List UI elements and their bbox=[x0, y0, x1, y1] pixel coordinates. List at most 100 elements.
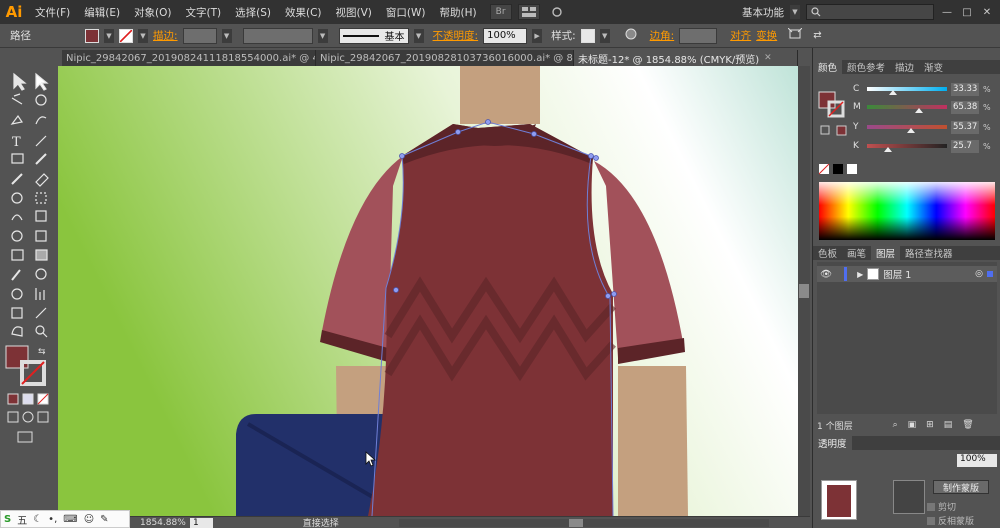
search-input[interactable] bbox=[806, 4, 934, 20]
menu-select[interactable]: 选择(S) bbox=[228, 5, 278, 20]
layer-name[interactable]: 图层 1 bbox=[883, 267, 911, 281]
cmyk-c-value[interactable]: 33.33 bbox=[951, 82, 979, 96]
tab-swatches[interactable]: 色板 bbox=[813, 246, 842, 260]
corner-label[interactable]: 边角: bbox=[650, 28, 675, 43]
cmyk-c-knob[interactable] bbox=[889, 90, 898, 95]
horizontal-scrollbar[interactable] bbox=[398, 518, 769, 527]
graphic-style-swatch[interactable] bbox=[580, 28, 595, 43]
moon-icon[interactable]: ☾ bbox=[33, 514, 42, 525]
transform-link[interactable]: 变换 bbox=[756, 28, 777, 43]
tab-gradient[interactable]: 渐变 bbox=[919, 60, 948, 74]
arrange-documents-button[interactable] bbox=[517, 4, 540, 20]
tab-stroke[interactable]: 描边 bbox=[890, 60, 919, 74]
stroke-weight-field[interactable] bbox=[182, 27, 217, 44]
zoom-level[interactable]: 1854.88% bbox=[140, 518, 186, 528]
eye-icon[interactable]: 👁 bbox=[820, 269, 832, 280]
bridge-button[interactable]: Br bbox=[489, 4, 512, 20]
opacity-field[interactable]: 100% bbox=[483, 27, 528, 44]
cmyk-k-knob[interactable] bbox=[883, 147, 892, 152]
cmyk-m-knob[interactable] bbox=[915, 108, 923, 113]
target-icon[interactable]: ◎ bbox=[975, 269, 983, 279]
tab-document-2[interactable]: Nipic_29842067_20190828103736016000.ai* … bbox=[316, 50, 574, 66]
menu-effect[interactable]: 效果(C) bbox=[278, 5, 329, 20]
maximize-button[interactable]: □ bbox=[960, 5, 974, 19]
opacity-dropdown[interactable]: ▶ bbox=[532, 28, 543, 43]
transparency-opacity-field[interactable]: 100% bbox=[957, 454, 997, 467]
tab-color[interactable]: 颜色 bbox=[813, 60, 843, 74]
invert-mask-checkbox[interactable]: 反相蒙版 bbox=[927, 514, 974, 527]
settings-icon[interactable]: ✎ bbox=[100, 514, 108, 525]
clip-checkbox[interactable]: 剪切 bbox=[927, 500, 956, 513]
vertical-scrollbar[interactable] bbox=[798, 66, 810, 516]
tab-brushes[interactable]: 画笔 bbox=[842, 246, 871, 260]
stroke-dropdown[interactable]: ▼ bbox=[138, 28, 148, 43]
gpu-performance-button[interactable] bbox=[546, 4, 568, 20]
clip-checkbox-box[interactable] bbox=[927, 502, 935, 511]
cmyk-y-knob[interactable] bbox=[907, 128, 915, 133]
transparency-thumbnail[interactable] bbox=[821, 480, 857, 520]
make-mask-button[interactable]: 制作蒙版 bbox=[933, 480, 989, 494]
new-sublayer-icon[interactable]: ⊞ bbox=[926, 420, 934, 430]
cmyk-k-value[interactable]: 25.7 bbox=[951, 139, 979, 153]
cmyk-k-slider[interactable] bbox=[867, 144, 947, 152]
cmyk-y-value[interactable]: 55.37 bbox=[951, 120, 979, 134]
minimize-button[interactable]: — bbox=[940, 5, 954, 19]
profile-dropdown[interactable]: ▼ bbox=[317, 28, 328, 43]
variable-width-profile[interactable] bbox=[242, 27, 313, 44]
artboard-canvas[interactable] bbox=[58, 66, 798, 516]
locate-object-icon[interactable]: ⌕ bbox=[893, 420, 898, 430]
delete-layer-icon[interactable]: 🗑 bbox=[962, 420, 973, 430]
isolate-icon[interactable] bbox=[787, 27, 803, 43]
quick-swatches[interactable] bbox=[819, 164, 869, 176]
tab-document-1[interactable]: Nipic_29842067_20190824111818554000.ai* … bbox=[62, 50, 316, 66]
close-icon[interactable]: ✕ bbox=[764, 53, 772, 63]
page-number[interactable]: 1 bbox=[190, 517, 213, 528]
keyboard-icon[interactable]: ⌨ bbox=[63, 514, 77, 525]
tab-pathfinder[interactable]: 路径查找器 bbox=[900, 246, 958, 260]
layer-row[interactable]: 👁 ▶ 图层 1 ◎ bbox=[817, 266, 997, 282]
menu-help[interactable]: 帮助(H) bbox=[433, 5, 484, 20]
brush-definition[interactable]: 基本 bbox=[338, 27, 409, 44]
menu-edit[interactable]: 编辑(E) bbox=[77, 5, 127, 20]
brush-dropdown[interactable]: ▼ bbox=[413, 28, 424, 43]
stroke-swatch-none[interactable] bbox=[119, 28, 133, 43]
close-button[interactable]: ✕ bbox=[980, 5, 994, 19]
tab-document-active[interactable]: 未标题-12* @ 1854.88% (CMYK/预览) ✕ bbox=[574, 50, 798, 66]
menu-type[interactable]: 文字(T) bbox=[179, 5, 229, 20]
tab-transparency[interactable]: 透明度 bbox=[813, 436, 852, 450]
menu-object[interactable]: 对象(O) bbox=[127, 5, 178, 20]
stroke-weight-dropdown[interactable]: ▼ bbox=[221, 28, 232, 43]
menu-window[interactable]: 窗口(W) bbox=[379, 5, 433, 20]
ime-toolbar[interactable]: S 五 ☾ •, ⌨ ☺ ✎ bbox=[0, 510, 130, 528]
chevron-down-icon[interactable]: ▼ bbox=[790, 5, 800, 19]
hscroll-thumb[interactable] bbox=[568, 518, 583, 527]
tab-layers[interactable]: 图层 bbox=[871, 246, 901, 260]
style-dropdown[interactable]: ▼ bbox=[599, 28, 610, 43]
clipping-mask-icon[interactable]: ▣ bbox=[908, 420, 917, 430]
punctuation-icon[interactable]: •, bbox=[48, 514, 57, 525]
expand-arrow-icon[interactable]: ▶ bbox=[857, 270, 863, 279]
invert-mask-checkbox-box[interactable] bbox=[927, 516, 935, 525]
opacity-label[interactable]: 不透明度: bbox=[433, 28, 479, 43]
fill-swatch[interactable] bbox=[85, 28, 99, 43]
scrollbar-thumb[interactable] bbox=[799, 284, 809, 298]
panel-menu-icon[interactable]: ⇄ bbox=[813, 30, 821, 41]
cmyk-y-slider[interactable] bbox=[867, 125, 947, 133]
fill-stroke-widget[interactable] bbox=[817, 78, 853, 168]
align-link[interactable]: 对齐 bbox=[730, 28, 751, 43]
tab-color-guide[interactable]: 颜色参考 bbox=[842, 60, 890, 74]
stroke-label[interactable]: 描边: bbox=[153, 28, 178, 43]
mask-thumbnail[interactable] bbox=[893, 480, 925, 514]
fill-dropdown[interactable]: ▼ bbox=[104, 28, 114, 43]
recolor-icon[interactable] bbox=[625, 28, 637, 43]
cmyk-c-slider[interactable] bbox=[867, 87, 947, 95]
menu-file[interactable]: 文件(F) bbox=[28, 5, 77, 20]
skin-icon[interactable]: ☺ bbox=[84, 514, 94, 525]
cmyk-m-value[interactable]: 65.38 bbox=[951, 100, 979, 114]
cmyk-m-slider[interactable] bbox=[867, 105, 947, 113]
workspace-switcher[interactable]: 基本功能 bbox=[742, 5, 784, 20]
color-spectrum[interactable] bbox=[819, 182, 995, 240]
ime-mode-label[interactable]: 五 bbox=[17, 512, 27, 527]
menu-view[interactable]: 视图(V) bbox=[329, 5, 379, 20]
corner-radius-field[interactable] bbox=[679, 27, 718, 44]
